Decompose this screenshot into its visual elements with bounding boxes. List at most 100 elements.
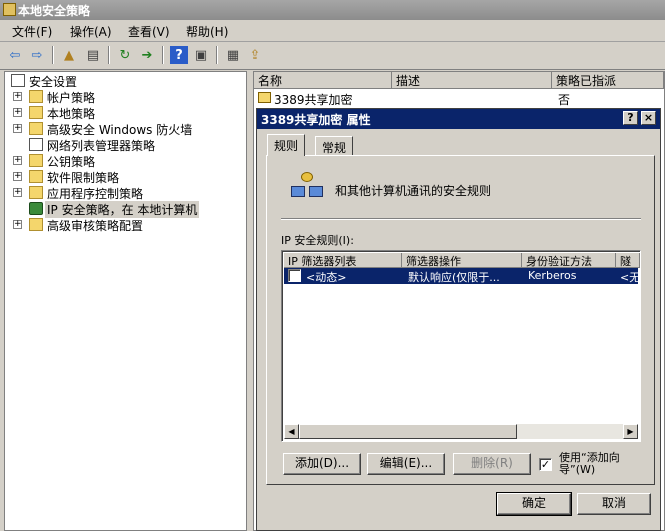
edit-button[interactable]: 编辑(E)... (367, 453, 445, 475)
tree-item-account-policy[interactable]: + 帐户策略 (5, 89, 245, 105)
menu-help[interactable]: 帮助(H) (186, 23, 228, 40)
scroll-left-icon[interactable]: ◀ (284, 424, 299, 439)
properties-dialog: 3389共享加密 属性 ? × 规则 常规 和其他计算机通讯的安全规则 IP 安… (256, 108, 661, 531)
expand-icon[interactable]: + (13, 92, 22, 101)
tree-item-label: 网络列表管理器策略 (47, 139, 156, 153)
up-folder-icon[interactable]: ▲ (60, 46, 78, 64)
tab-rules[interactable]: 规则 (267, 134, 306, 156)
column-header-assigned[interactable]: 策略已指派 (552, 72, 664, 89)
security-settings-icon (11, 74, 25, 87)
cancel-button[interactable]: 取消 (577, 493, 651, 515)
list-row-assigned: 否 (558, 93, 571, 107)
close-button[interactable]: × (641, 111, 656, 125)
rules-label: IP 安全规则(I): (281, 234, 354, 247)
rules-list[interactable]: IP 筛选器列表 筛选器操作 身份验证方法 隧 <动态> 默认响应(仅限于...… (281, 250, 641, 442)
expand-icon[interactable]: + (13, 188, 22, 197)
column-header-filter-action[interactable]: 筛选器操作 (402, 253, 522, 268)
tree-item-advanced-audit[interactable]: + 高级审核策略配置 (5, 217, 245, 233)
tab-panel-rules: 和其他计算机通讯的安全规则 IP 安全规则(I): IP 筛选器列表 筛选器操作… (266, 155, 655, 485)
app-icon (3, 3, 16, 16)
scroll-right-icon[interactable]: ▶ (623, 424, 638, 439)
tree-pane[interactable]: 安全设置 + 帐户策略 + 本地策略 + 高级安全 Windows 防火墙 网络… (4, 71, 247, 531)
help-button[interactable]: ? (623, 111, 638, 125)
folder-lock-icon (29, 90, 43, 103)
computers-icon (291, 172, 325, 202)
back-icon[interactable]: ⇦ (6, 46, 24, 64)
console-icon[interactable]: ▣ (192, 46, 210, 64)
toolbar-separator (108, 46, 110, 64)
show-tree-icon[interactable]: ▤ (84, 46, 102, 64)
tree-item-label: 软件限制策略 (47, 171, 120, 185)
use-wizard-checkbox[interactable]: ✓ (539, 458, 552, 471)
expand-icon[interactable]: + (13, 156, 22, 165)
toolbar-separator (52, 46, 54, 64)
horizontal-scrollbar[interactable]: ◀ ▶ (284, 424, 638, 439)
menubar: 文件(F) 操作(A) 查看(V) 帮助(H) (0, 20, 665, 42)
menu-action[interactable]: 操作(A) (70, 23, 112, 40)
expand-icon[interactable]: + (13, 172, 22, 181)
help-icon[interactable]: ? (170, 46, 188, 64)
rule-tunnel: <无 (620, 271, 638, 284)
column-header-name[interactable]: 名称 (254, 72, 392, 89)
separator (281, 218, 641, 220)
window-titlebar: 本地安全策略 (0, 0, 665, 20)
list-row-name: 3389共享加密 (274, 93, 353, 107)
use-wizard-label[interactable]: 使用“添加向导”(W) (559, 452, 639, 476)
remove-button[interactable]: 删除(R) (453, 453, 531, 475)
tree-item-network-list[interactable]: 网络列表管理器策略 (5, 137, 245, 153)
menu-file[interactable]: 文件(F) (12, 23, 52, 40)
dialog-title: 3389共享加密 属性 (261, 113, 371, 127)
column-header-filter-list[interactable]: IP 筛选器列表 (284, 253, 402, 268)
scroll-thumb[interactable] (299, 424, 517, 439)
toolbar-separator (216, 46, 218, 64)
tree-item-label: 高级审核策略配置 (47, 219, 144, 233)
tree-item-label: 本地策略 (47, 107, 96, 121)
rule-filter-action: 默认响应(仅限于... (408, 271, 500, 284)
folder-icon (29, 122, 43, 135)
tree-item-ip-security[interactable]: IP 安全策略，在 本地计算机 (5, 201, 245, 218)
expand-icon[interactable]: + (13, 220, 22, 229)
folder-lock-icon (29, 106, 43, 119)
column-header-tunnel[interactable]: 隧 (616, 253, 640, 268)
tree-root-label: 安全设置 (29, 75, 78, 89)
tree-item-public-key[interactable]: + 公钥策略 (5, 153, 245, 169)
tree-item-app-control[interactable]: + 应用程序控制策略 (5, 185, 245, 201)
expand-icon[interactable]: + (13, 124, 22, 133)
folder-icon (29, 170, 43, 183)
tree-item-label: 公钥策略 (47, 155, 96, 169)
properties-icon[interactable]: ▦ (224, 46, 242, 64)
rules-description: 和其他计算机通讯的安全规则 (335, 184, 492, 198)
rule-checkbox[interactable] (288, 269, 301, 282)
tree-item-label: 应用程序控制策略 (47, 187, 144, 201)
tree-item-firewall[interactable]: + 高级安全 Windows 防火墙 (5, 121, 245, 137)
tree-item-label: IP 安全策略，在 本地计算机 (45, 201, 200, 218)
folder-icon (29, 186, 43, 199)
tree-item-label: 帐户策略 (47, 91, 96, 105)
tree-item-local-policy[interactable]: + 本地策略 (5, 105, 245, 121)
ok-button[interactable]: 确定 (496, 492, 572, 516)
window-title: 本地安全策略 (18, 4, 91, 18)
tree-item-label: 高级安全 Windows 防火墙 (47, 123, 193, 137)
folder-icon (29, 154, 43, 167)
refresh-icon[interactable]: ↻ (116, 46, 134, 64)
tree-item-software-restriction[interactable]: + 软件限制策略 (5, 169, 245, 185)
network-list-icon (29, 138, 43, 151)
column-header-auth-method[interactable]: 身份验证方法 (522, 253, 616, 268)
add-button[interactable]: 添加(D)... (283, 453, 361, 475)
column-header-description[interactable]: 描述 (392, 72, 552, 89)
ip-security-icon (29, 202, 43, 215)
assign-icon[interactable]: ⇪ (246, 46, 264, 64)
rule-row[interactable]: <动态> 默认响应(仅限于... Kerberos <无 (284, 268, 638, 284)
toolbar-separator (162, 46, 164, 64)
menu-view[interactable]: 查看(V) (128, 23, 170, 40)
list-row[interactable]: 3389共享加密 否 (256, 90, 662, 107)
tab-general[interactable]: 常规 (315, 136, 354, 156)
export-icon[interactable]: ➔ (138, 46, 156, 64)
toolbar: ⇦ ⇨ ▲ ▤ ↻ ➔ ? ▣ ▦ ⇪ (0, 42, 665, 70)
rule-filter-list: <动态> (306, 271, 347, 284)
expand-icon[interactable]: + (13, 108, 22, 117)
forward-icon[interactable]: ⇨ (28, 46, 46, 64)
tree-root[interactable]: 安全设置 (5, 73, 245, 89)
folder-icon (29, 218, 43, 231)
policy-icon (258, 92, 271, 103)
